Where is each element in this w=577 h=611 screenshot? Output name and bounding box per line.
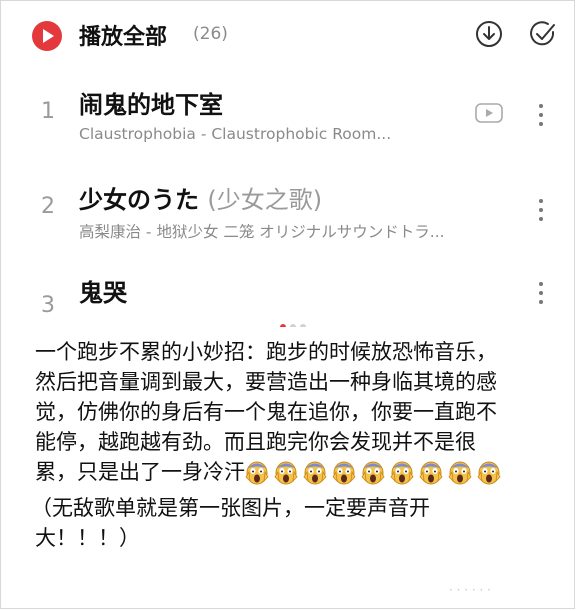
- screaming-face-icon: [245, 461, 269, 485]
- post-line: 能停，越跑越有劲。而且跑完你会发现并不是很: [35, 430, 476, 454]
- track-count: (26): [193, 24, 228, 44]
- playlist-row[interactable]: 2 少女のうた (少女之歌) 高梨康治 - 地狱少女 二笼 オリジナルサウンドト…: [15, 172, 571, 252]
- track-title-text: 少女のうた: [79, 186, 208, 214]
- screaming-face-icon: [419, 461, 443, 485]
- track-title-alt: (少女之歌): [207, 186, 323, 214]
- screaming-face-icon: [274, 461, 298, 485]
- page-indicator: [15, 315, 571, 327]
- screaming-face-icon: [477, 461, 501, 485]
- track-title-text: 鬼哭: [79, 279, 127, 307]
- screaming-face-icon: [448, 461, 472, 485]
- more-vertical-icon[interactable]: [531, 196, 551, 224]
- more-vertical-icon[interactable]: [531, 101, 551, 129]
- play-all-icon[interactable]: [32, 21, 62, 51]
- track-title-text: 闹鬼的地下室: [79, 91, 223, 119]
- play-all-label[interactable]: 播放全部: [79, 19, 167, 51]
- more-vertical-icon[interactable]: [531, 279, 551, 307]
- track-title: 鬼哭: [79, 273, 127, 308]
- screaming-face-icon: [390, 461, 414, 485]
- watermark: · · · · · ·: [449, 583, 491, 597]
- playlist-header: 播放全部 (26): [15, 7, 571, 59]
- screaming-face-icon: [303, 461, 327, 485]
- track-title: 少女のうた (少女之歌): [79, 180, 322, 215]
- download-icon[interactable]: [474, 19, 504, 49]
- playlist-row[interactable]: 1 闹鬼的地下室 Claustrophobia - Claustrophobic…: [15, 77, 571, 157]
- post-note-line: 大！！！）: [35, 526, 140, 550]
- track-index: 2: [41, 194, 55, 219]
- post-note-line: （无敌歌单就是第一张图片，一定要声音开: [31, 496, 430, 520]
- page-dot: [300, 324, 306, 327]
- track-subtitle: 高梨康治 - 地狱少女 二笼 オリジナルサウンドトラ...: [79, 223, 445, 241]
- playlist-card: 播放全部 (26) 1 闹鬼的地下室 Claustrophobia - Clau…: [15, 7, 571, 327]
- mv-play-icon[interactable]: [475, 103, 503, 123]
- page-dot: [290, 324, 296, 327]
- track-subtitle: Claustrophobia - Claustrophobic Room...: [79, 125, 392, 143]
- track-index: 1: [41, 99, 55, 124]
- screenshot-frame: 播放全部 (26) 1 闹鬼的地下室 Claustrophobia - Clau…: [0, 0, 575, 609]
- screaming-face-icon: [332, 461, 356, 485]
- post-line: 觉，仿佛你的身后有一个鬼在追你，你要一直跑不: [35, 400, 497, 424]
- check-circle-icon[interactable]: [528, 19, 558, 49]
- post-line: 累，只是出了一身冷汗: [35, 460, 245, 484]
- post-text: 一个跑步不累的小妙招：跑步的时候放恐怖音乐， 然后把音量调到最大，要营造出一种身…: [31, 337, 565, 553]
- post-line: 然后把音量调到最大，要营造出一种身临其境的感: [35, 370, 497, 394]
- emoji-row: [245, 459, 506, 493]
- page-dot-active: [280, 324, 286, 327]
- post-line: 一个跑步不累的小妙招：跑步的时候放恐怖音乐，: [35, 340, 497, 364]
- track-title: 闹鬼的地下室: [79, 85, 223, 120]
- post-line-with-emoji: 累，只是出了一身冷汗: [35, 457, 565, 493]
- screaming-face-icon: [361, 461, 385, 485]
